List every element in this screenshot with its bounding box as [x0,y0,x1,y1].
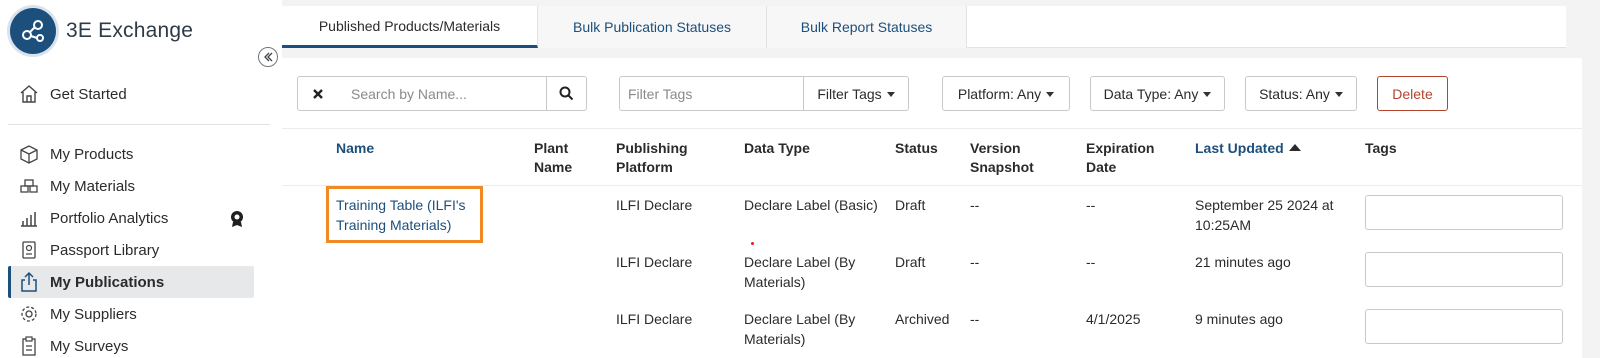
caret-down-icon [1046,91,1055,97]
row-expiration-date: 4/1/2025 [1086,311,1141,327]
platform-filter-dropdown[interactable]: Platform: Any [942,76,1070,111]
row-data-type: Declare Label (By Materials) [744,311,856,347]
caret-down-icon [1334,91,1343,97]
search-button[interactable] [546,76,587,111]
sidebar: 3E Exchange Get Started My Products My M… [0,0,282,358]
column-header-expiration-date: Expiration Date [1086,140,1155,175]
sidebar-item-label: My Products [50,145,134,163]
data-type-filter-label: Data Type: Any [1103,85,1199,102]
caret-down-icon [886,91,895,97]
home-icon [18,83,40,105]
row-data-type: Declare Label (By Materials) [744,254,856,290]
row-tags-input[interactable] [1365,252,1563,287]
column-header-status: Status [895,140,938,156]
column-header-publishing-platform: Publishing Platform [616,140,688,175]
chevron-left-icon [264,52,273,62]
last-updated-label: Last Updated [1195,140,1284,156]
table-header: Name Plant Name Publishing Platform Data… [282,128,1582,186]
sidebar-item-get-started[interactable]: Get Started [8,78,254,110]
clipboard-icon [18,335,40,357]
sidebar-item-my-suppliers[interactable]: My Suppliers [8,298,254,330]
close-icon [313,88,323,99]
tab-bulk-report-statuses[interactable]: Bulk Report Statuses [767,6,967,48]
tab-published-products-materials[interactable]: Published Products/Materials [282,6,538,48]
sidebar-divider [8,124,270,125]
filter-tags-label: Filter Tags [817,85,882,102]
row-version-snapshot: -- [970,311,980,327]
logo-mark-icon [10,8,56,54]
data-type-filter-dropdown[interactable]: Data Type: Any [1090,76,1225,111]
delete-button[interactable]: Delete [1377,76,1448,111]
box-icon [18,143,40,165]
premium-badge-icon [229,210,245,233]
caret-down-icon [1203,91,1212,97]
row-status: Draft [895,197,926,213]
row-version-snapshot: -- [970,197,980,213]
row-tags-input[interactable] [1365,195,1563,230]
sidebar-item-portfolio-analytics[interactable]: Portfolio Analytics [8,202,254,234]
bar-chart-icon [18,207,40,229]
materials-icon [18,175,40,197]
row-platform: ILFI Declare [616,197,693,213]
column-header-last-updated[interactable]: Last Updated [1195,139,1301,158]
sidebar-item-my-materials[interactable]: My Materials [8,170,254,202]
row-last-updated: 9 minutes ago [1195,311,1283,327]
status-filter-dropdown[interactable]: Status: Any [1245,76,1357,111]
sort-ascending-icon [1288,144,1301,151]
clear-search-button[interactable] [297,76,339,111]
publications-panel: Filter Tags Platform: Any Data Type: Any… [282,58,1582,358]
sidebar-item-my-publications[interactable]: My Publications [8,266,254,298]
column-header-name[interactable]: Name [336,139,374,158]
row-expiration-date: -- [1086,254,1096,270]
row-status: Draft [895,254,926,270]
table-row: ILFI Declare Declare Label (By Materials… [282,243,1582,300]
upload-icon [18,271,40,293]
sidebar-item-label: My Surveys [50,337,129,355]
row-status: Archived [895,311,950,327]
column-header-version-snapshot: Version Snapshot [970,140,1034,175]
column-header-data-type: Data Type [744,140,810,156]
cursor-dot [751,242,754,245]
main-area: Published Products/Materials Bulk Public… [282,0,1600,358]
sidebar-item-my-surveys[interactable]: My Surveys [8,330,254,358]
table-row: ILFI Declare Declare Label (By Materials… [282,300,1582,357]
platform-filter-label: Platform: Any [957,85,1042,102]
search-input[interactable] [338,76,547,111]
sidebar-item-label: My Publications [50,273,165,291]
row-platform: ILFI Declare [616,311,693,327]
row-platform: ILFI Declare [616,254,693,270]
sidebar-item-label: Get Started [50,85,127,103]
row-tags-input[interactable] [1365,309,1563,344]
column-header-plant-name: Plant Name [534,140,573,175]
sidebar-item-label: Passport Library [50,241,160,259]
sidebar-item-passport-library[interactable]: Passport Library [8,234,254,266]
sidebar-item-my-products[interactable]: My Products [8,138,254,170]
sidebar-item-label: Portfolio Analytics [50,209,169,227]
collapse-sidebar-button[interactable] [258,47,278,67]
tab-bar: Published Products/Materials Bulk Public… [282,6,1566,48]
app-name: 3E Exchange [66,19,194,42]
row-last-updated: September 25 2024 at 10:25AM [1195,197,1334,233]
highlight-box [326,186,483,243]
row-data-type: Declare Label (Basic) [744,197,878,213]
filter-tags-input[interactable] [619,76,804,111]
row-expiration-date: -- [1086,197,1096,213]
search-icon [559,86,574,101]
column-header-tags: Tags [1365,140,1397,156]
filter-tags-dropdown[interactable]: Filter Tags [803,76,909,111]
app-logo[interactable]: 3E Exchange [10,8,193,54]
row-last-updated: 21 minutes ago [1195,254,1291,270]
row-version-snapshot: -- [970,254,980,270]
suppliers-icon [18,303,40,325]
sidebar-item-label: My Materials [50,177,136,195]
tab-bulk-publication-statuses[interactable]: Bulk Publication Statuses [538,6,767,48]
passport-icon [18,239,40,261]
sidebar-item-label: My Suppliers [50,305,137,323]
status-filter-label: Status: Any [1259,85,1330,102]
